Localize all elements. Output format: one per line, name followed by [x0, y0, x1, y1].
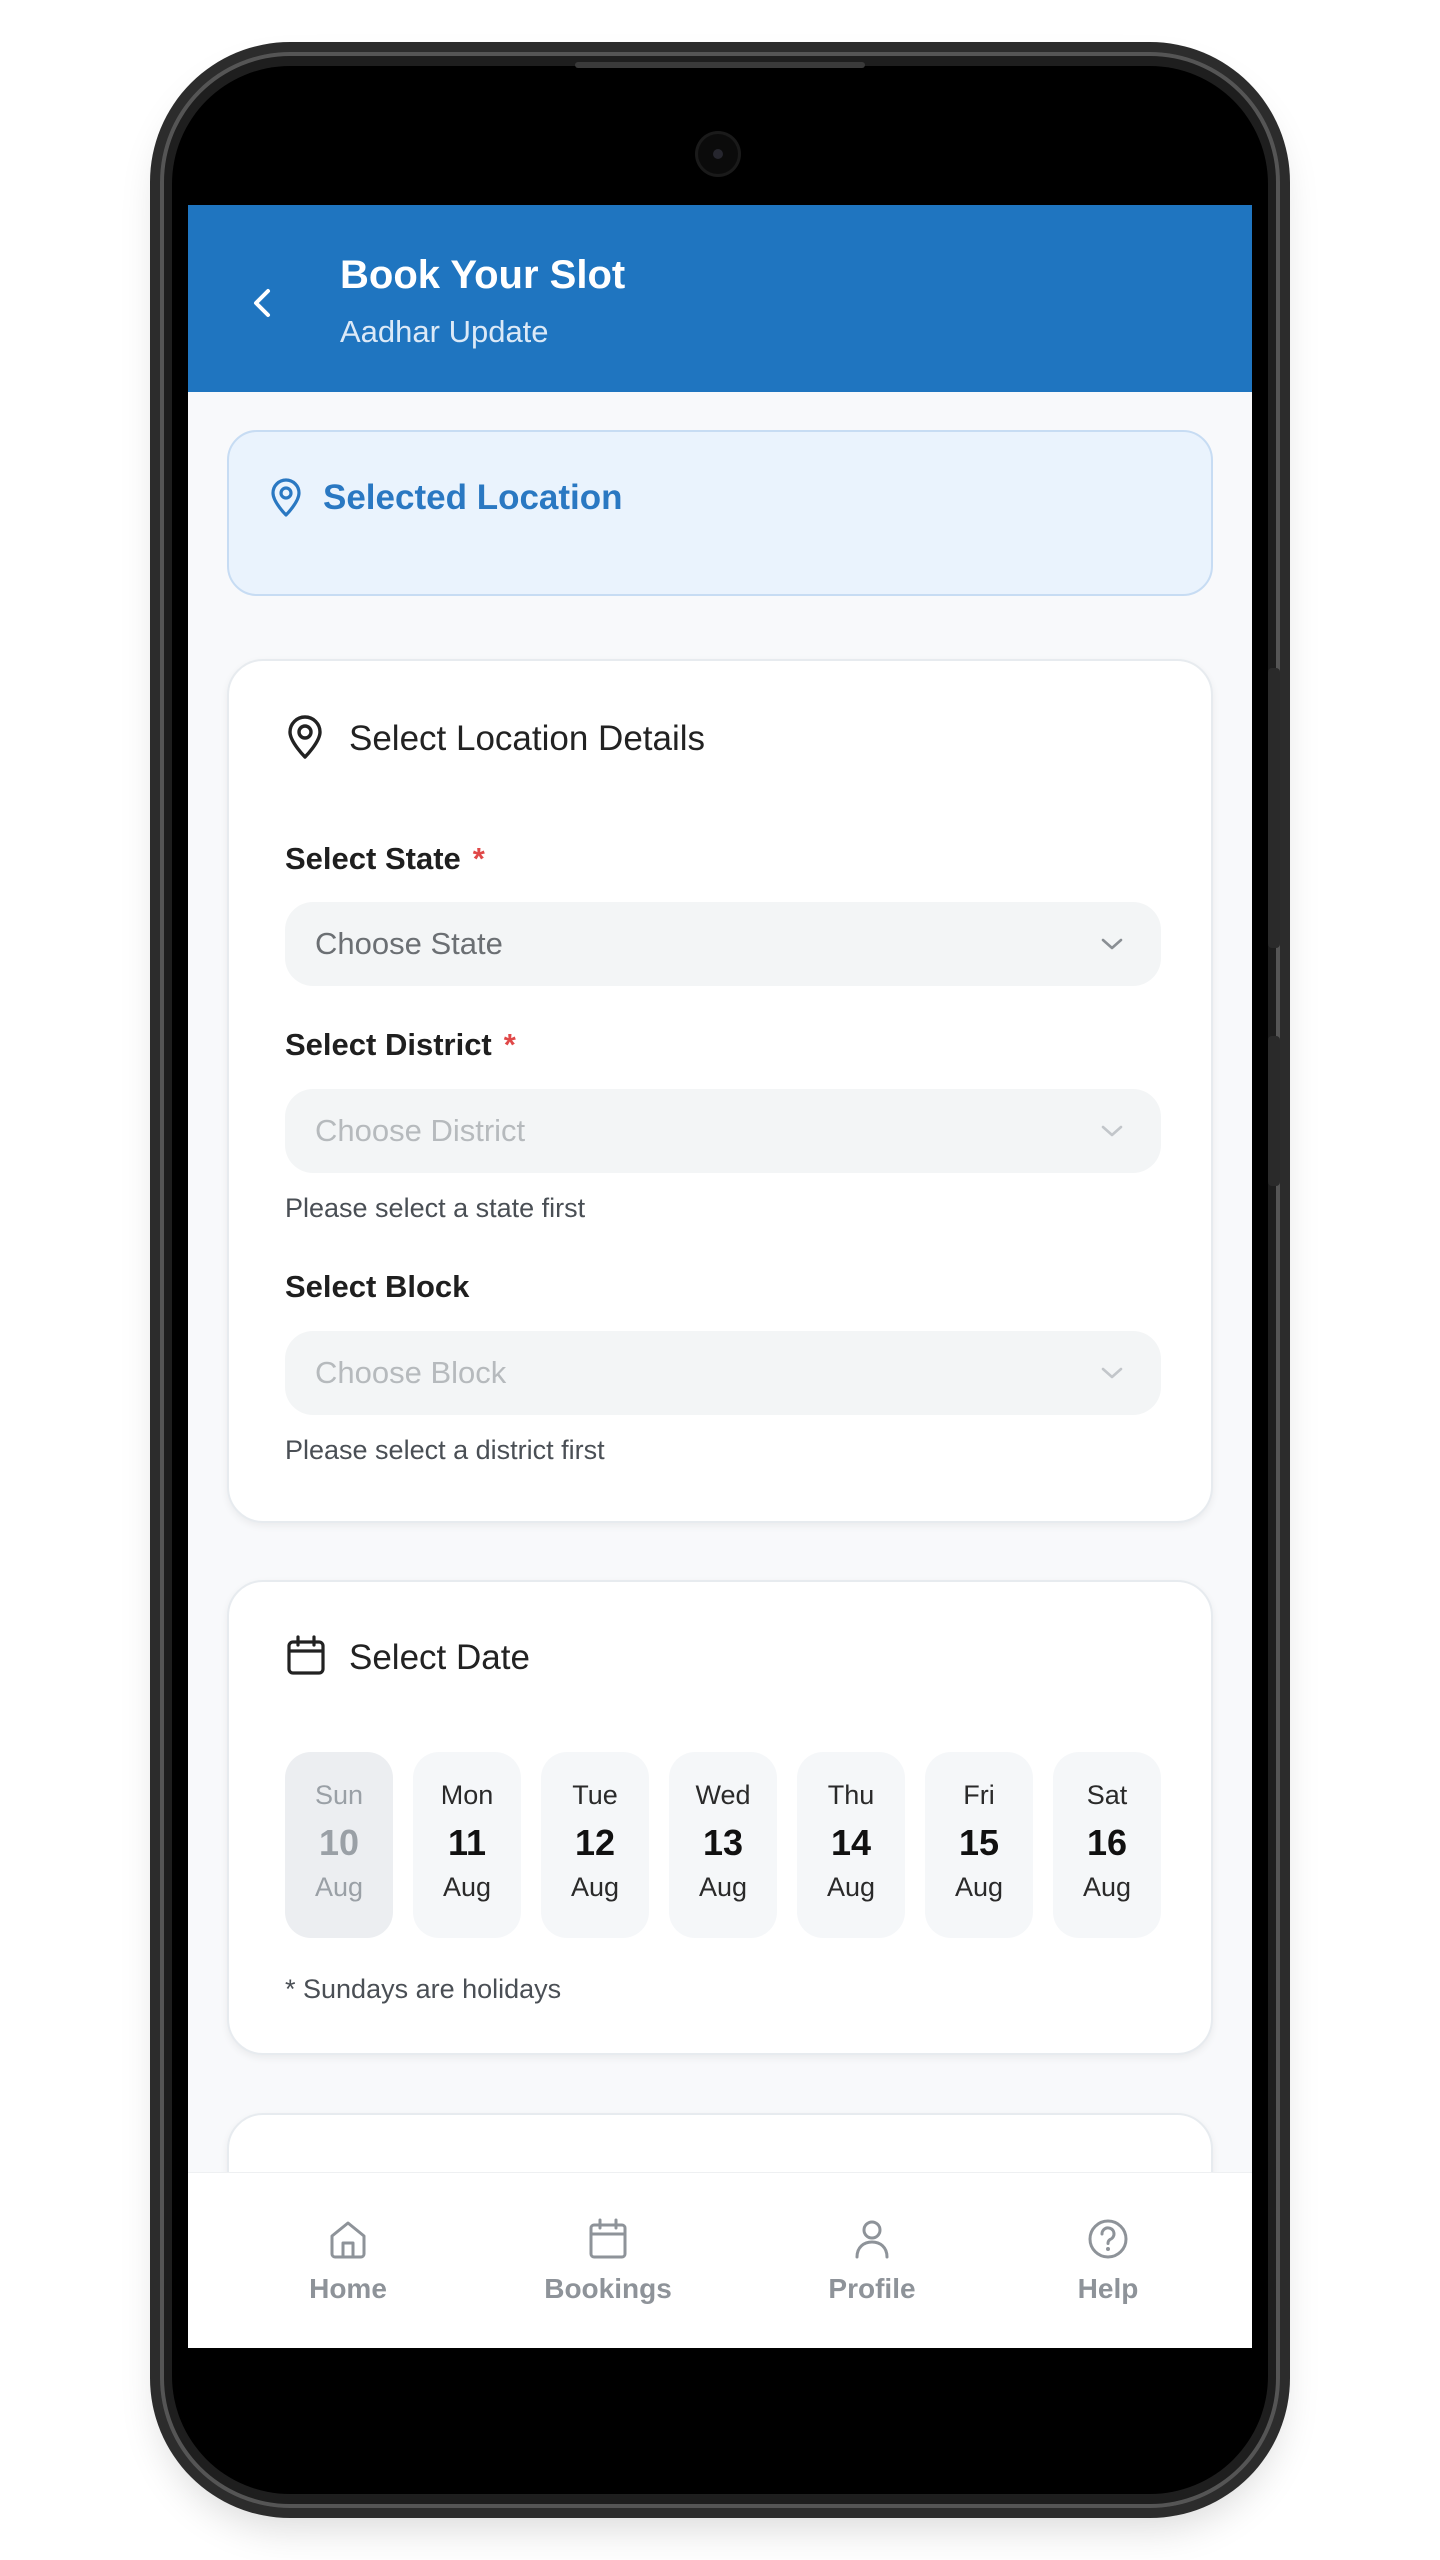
phone-speaker: [575, 62, 865, 68]
date-strip: Sun 10 Aug Mon 11 Aug Tue 12 Aug Wed 13 …: [285, 1752, 1161, 1938]
selected-location-label: Selected Location: [323, 478, 623, 517]
app-screen: Book Your Slot Aadhar Update Selected Lo…: [188, 205, 1252, 2348]
required-mark: *: [472, 841, 485, 876]
date-number: 10: [318, 1822, 360, 1863]
nav-profile[interactable]: Profile: [772, 2173, 972, 2348]
nav-home[interactable]: Home: [248, 2173, 448, 2348]
map-pin-icon: [288, 715, 322, 759]
block-hint: Please select a district first: [285, 1435, 605, 1465]
date-number: 16: [1086, 1822, 1128, 1863]
select-date-title: Select Date: [349, 1638, 530, 1677]
user-icon: [855, 2220, 889, 2259]
volume-button: [1268, 668, 1280, 948]
nav-help[interactable]: Help: [1008, 2173, 1208, 2348]
date-month: Aug: [698, 1872, 748, 1902]
date-number: 15: [958, 1822, 1000, 1863]
back-button[interactable]: [248, 283, 278, 317]
date-month: Aug: [314, 1872, 364, 1902]
selected-location-card[interactable]: Selected Location: [227, 430, 1213, 596]
date-weekday: Sun: [314, 1780, 364, 1810]
date-weekday: Wed: [695, 1780, 751, 1810]
date-weekday: Tue: [572, 1780, 618, 1810]
date-weekday: Sat: [1086, 1780, 1128, 1810]
help-icon: [1088, 2219, 1128, 2259]
date-month: Aug: [826, 1872, 876, 1902]
date-weekday: Thu: [827, 1780, 875, 1810]
required-mark: *: [503, 1027, 516, 1062]
date-number: 14: [830, 1822, 872, 1863]
app-header: Book Your Slot Aadhar Update: [188, 205, 1252, 392]
date-number: 11: [447, 1822, 487, 1863]
date-chip-fri-15[interactable]: Fri 15 Aug: [925, 1752, 1033, 1938]
date-number: 13: [702, 1822, 744, 1863]
nav-profile-label: Profile: [828, 2273, 916, 2304]
calendar-icon: [287, 1635, 325, 1675]
page-title: Book Your Slot: [340, 253, 626, 297]
power-button: [1268, 1036, 1280, 1186]
date-month: Aug: [954, 1872, 1004, 1902]
date-chip-tue-12[interactable]: Tue 12 Aug: [541, 1752, 649, 1938]
date-month: Aug: [442, 1872, 492, 1902]
date-chip-mon-11[interactable]: Mon 11 Aug: [413, 1752, 521, 1938]
select-date-card: Select Date Sun 10 Aug Mon 11 Aug Tue 12…: [227, 1580, 1213, 2055]
front-camera: [698, 134, 738, 174]
state-label: Select State *: [285, 841, 485, 876]
date-chip-sat-16[interactable]: Sat 16 Aug: [1053, 1752, 1161, 1938]
district-label: Select District *: [285, 1027, 516, 1062]
block-label: Select Block: [285, 1269, 470, 1304]
district-placeholder: Choose District: [315, 1113, 526, 1148]
date-chip-thu-14[interactable]: Thu 14 Aug: [797, 1752, 905, 1938]
chevron-down-icon: [1101, 1367, 1123, 1379]
page-subtitle: Aadhar Update: [340, 314, 549, 349]
chevron-down-icon: [1101, 938, 1123, 950]
holiday-note: * Sundays are holidays: [285, 1974, 562, 2004]
date-month: Aug: [570, 1872, 620, 1902]
date-chip-sun-10[interactable]: Sun 10 Aug: [285, 1752, 393, 1938]
state-placeholder: Choose State: [315, 926, 503, 961]
date-weekday: Mon: [440, 1780, 494, 1810]
calendar-icon: [589, 2218, 627, 2259]
date-month: Aug: [1082, 1872, 1132, 1902]
nav-help-label: Help: [1077, 2273, 1139, 2304]
nav-home-label: Home: [309, 2273, 387, 2304]
location-details-title: Select Location Details: [349, 719, 706, 758]
home-icon: [330, 2221, 366, 2259]
block-placeholder: Choose Block: [315, 1355, 507, 1390]
chevron-down-icon: [1101, 1125, 1123, 1137]
chevron-left-icon: [254, 289, 270, 317]
block-select[interactable]: Choose Block: [285, 1331, 1161, 1415]
date-chip-wed-13[interactable]: Wed 13 Aug: [669, 1752, 777, 1938]
date-weekday: Fri: [963, 1780, 995, 1810]
nav-bookings-label: Bookings: [544, 2273, 672, 2304]
nav-bookings[interactable]: Bookings: [508, 2173, 708, 2348]
bottom-navigation: Home Bookings Profile Help: [188, 2172, 1252, 2348]
state-select[interactable]: Choose State: [285, 902, 1161, 986]
location-details-card: Select Location Details Select State * Ch…: [227, 659, 1213, 1523]
date-number: 12: [574, 1822, 616, 1863]
district-hint: Please select a state first: [285, 1193, 586, 1223]
district-select[interactable]: Choose District: [285, 1089, 1161, 1173]
location-pin-icon: [271, 478, 301, 517]
